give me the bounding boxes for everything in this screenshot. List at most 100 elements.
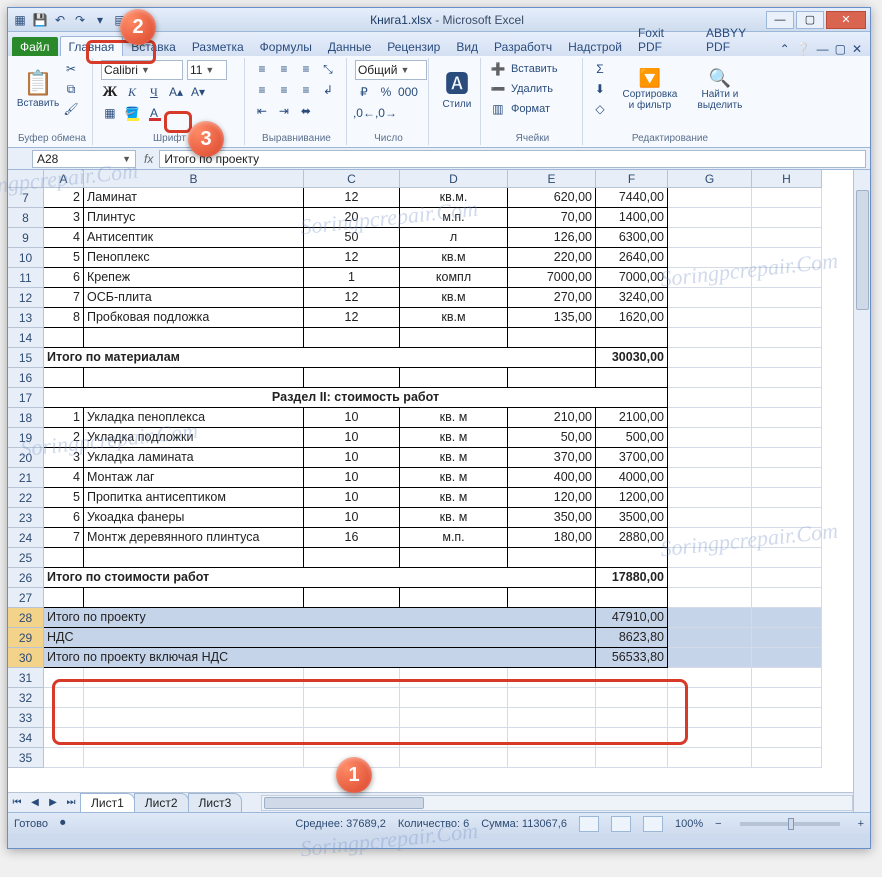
cell[interactable]: 12 <box>304 308 400 328</box>
cell[interactable] <box>668 228 752 248</box>
row-header[interactable]: 34 <box>8 728 44 748</box>
cell[interactable] <box>508 368 596 388</box>
cell[interactable] <box>668 388 752 408</box>
doc-minimize-icon[interactable]: — <box>817 42 829 56</box>
cell[interactable]: ОСБ-плита <box>84 288 304 308</box>
cell[interactable]: 210,00 <box>508 408 596 428</box>
cell[interactable] <box>668 748 752 768</box>
view-normal-icon[interactable] <box>579 816 599 832</box>
merge-icon[interactable]: ⬌ <box>297 102 315 120</box>
cell[interactable] <box>44 548 84 568</box>
cell[interactable]: 2640,00 <box>596 248 668 268</box>
font-color-icon[interactable]: A <box>145 104 163 122</box>
row-header[interactable]: 14 <box>8 328 44 348</box>
cell[interactable]: кв. м <box>400 488 508 508</box>
redo-icon[interactable]: ↷ <box>72 12 88 28</box>
cell[interactable] <box>668 508 752 528</box>
row-header[interactable]: 30 <box>8 648 44 668</box>
zoom-slider[interactable] <box>740 822 840 826</box>
cell[interactable]: 180,00 <box>508 528 596 548</box>
paste-button[interactable]: 📋 Вставить <box>18 62 58 116</box>
row-header[interactable]: 16 <box>8 368 44 388</box>
cell[interactable] <box>44 588 84 608</box>
cell[interactable] <box>668 528 752 548</box>
cell[interactable]: 5 <box>44 488 84 508</box>
cell[interactable]: Раздел II: стоимость работ <box>44 388 668 408</box>
vertical-scrollbar[interactable] <box>853 170 870 812</box>
cell[interactable]: л <box>400 228 508 248</box>
cell[interactable] <box>508 588 596 608</box>
zoom-out-icon[interactable]: − <box>715 818 721 830</box>
hscroll-thumb[interactable] <box>264 797 424 809</box>
cell[interactable] <box>752 688 822 708</box>
cell[interactable] <box>752 608 822 628</box>
cell[interactable] <box>752 568 822 588</box>
cell[interactable]: 30030,00 <box>596 348 668 368</box>
cell[interactable]: 20 <box>304 208 400 228</box>
cell[interactable]: 10 <box>304 408 400 428</box>
cell[interactable]: 50,00 <box>508 428 596 448</box>
cell[interactable]: Крепеж <box>84 268 304 288</box>
row-header[interactable]: 23 <box>8 508 44 528</box>
cell[interactable]: м.п. <box>400 528 508 548</box>
cell[interactable] <box>752 588 822 608</box>
cell[interactable] <box>304 728 400 748</box>
align-bot-icon[interactable]: ≡ <box>297 60 315 78</box>
cell[interactable] <box>44 688 84 708</box>
cell[interactable] <box>508 328 596 348</box>
cell[interactable]: 4000,00 <box>596 468 668 488</box>
cell[interactable] <box>596 548 668 568</box>
tab-foxit[interactable]: Foxit PDF <box>630 23 698 56</box>
cell[interactable] <box>668 588 752 608</box>
ribbon-minimize-icon[interactable]: ⌃ <box>780 42 790 56</box>
cell[interactable]: 370,00 <box>508 448 596 468</box>
cell[interactable] <box>508 728 596 748</box>
align-mid-icon[interactable]: ≡ <box>275 60 293 78</box>
cell[interactable] <box>400 588 508 608</box>
cell[interactable] <box>596 688 668 708</box>
cell[interactable] <box>752 348 822 368</box>
font-size-combo[interactable]: 11▼ <box>187 60 227 80</box>
cell[interactable] <box>668 268 752 288</box>
cell[interactable]: НДС <box>44 628 596 648</box>
fx-icon[interactable]: fx <box>138 152 159 166</box>
cell[interactable] <box>596 668 668 688</box>
cell[interactable] <box>84 708 304 728</box>
cell[interactable] <box>44 748 84 768</box>
cell[interactable] <box>668 468 752 488</box>
cell[interactable]: 10 <box>304 428 400 448</box>
cell[interactable]: 350,00 <box>508 508 596 528</box>
row-header[interactable]: 7 <box>8 188 44 208</box>
cell[interactable]: Укладка ламината <box>84 448 304 468</box>
cell[interactable]: 6 <box>44 508 84 528</box>
cell[interactable]: 3 <box>44 448 84 468</box>
styles-button[interactable]: 🅰Стили <box>437 60 477 114</box>
cell[interactable]: 5 <box>44 248 84 268</box>
cell[interactable]: Укладка пеноплекса <box>84 408 304 428</box>
align-top-icon[interactable]: ≡ <box>253 60 271 78</box>
cell[interactable] <box>752 268 822 288</box>
currency-icon[interactable]: ₽ <box>355 83 373 101</box>
row-header[interactable]: 24 <box>8 528 44 548</box>
cell[interactable] <box>668 308 752 328</box>
cell[interactable]: 8 <box>44 308 84 328</box>
cell[interactable]: кв.м. <box>400 188 508 208</box>
help-icon[interactable]: ❔ <box>796 42 811 56</box>
row-header[interactable]: 28 <box>8 608 44 628</box>
sheet-nav-last-icon[interactable]: ⏭ <box>62 794 80 812</box>
close-button[interactable]: ✕ <box>826 11 866 29</box>
cell[interactable]: 3500,00 <box>596 508 668 528</box>
cell[interactable] <box>752 308 822 328</box>
cell[interactable] <box>752 488 822 508</box>
cell[interactable]: кв. м <box>400 428 508 448</box>
find-select-button[interactable]: 🔍Найти и выделить <box>691 62 749 116</box>
cell[interactable]: 1 <box>44 408 84 428</box>
col-header-H[interactable]: H <box>752 170 822 188</box>
row-header[interactable]: 25 <box>8 548 44 568</box>
cell[interactable] <box>752 708 822 728</box>
cell[interactable] <box>44 368 84 388</box>
horizontal-scrollbar[interactable] <box>261 795 853 811</box>
cell[interactable]: 12 <box>304 288 400 308</box>
cell[interactable] <box>668 368 752 388</box>
cell[interactable] <box>400 368 508 388</box>
